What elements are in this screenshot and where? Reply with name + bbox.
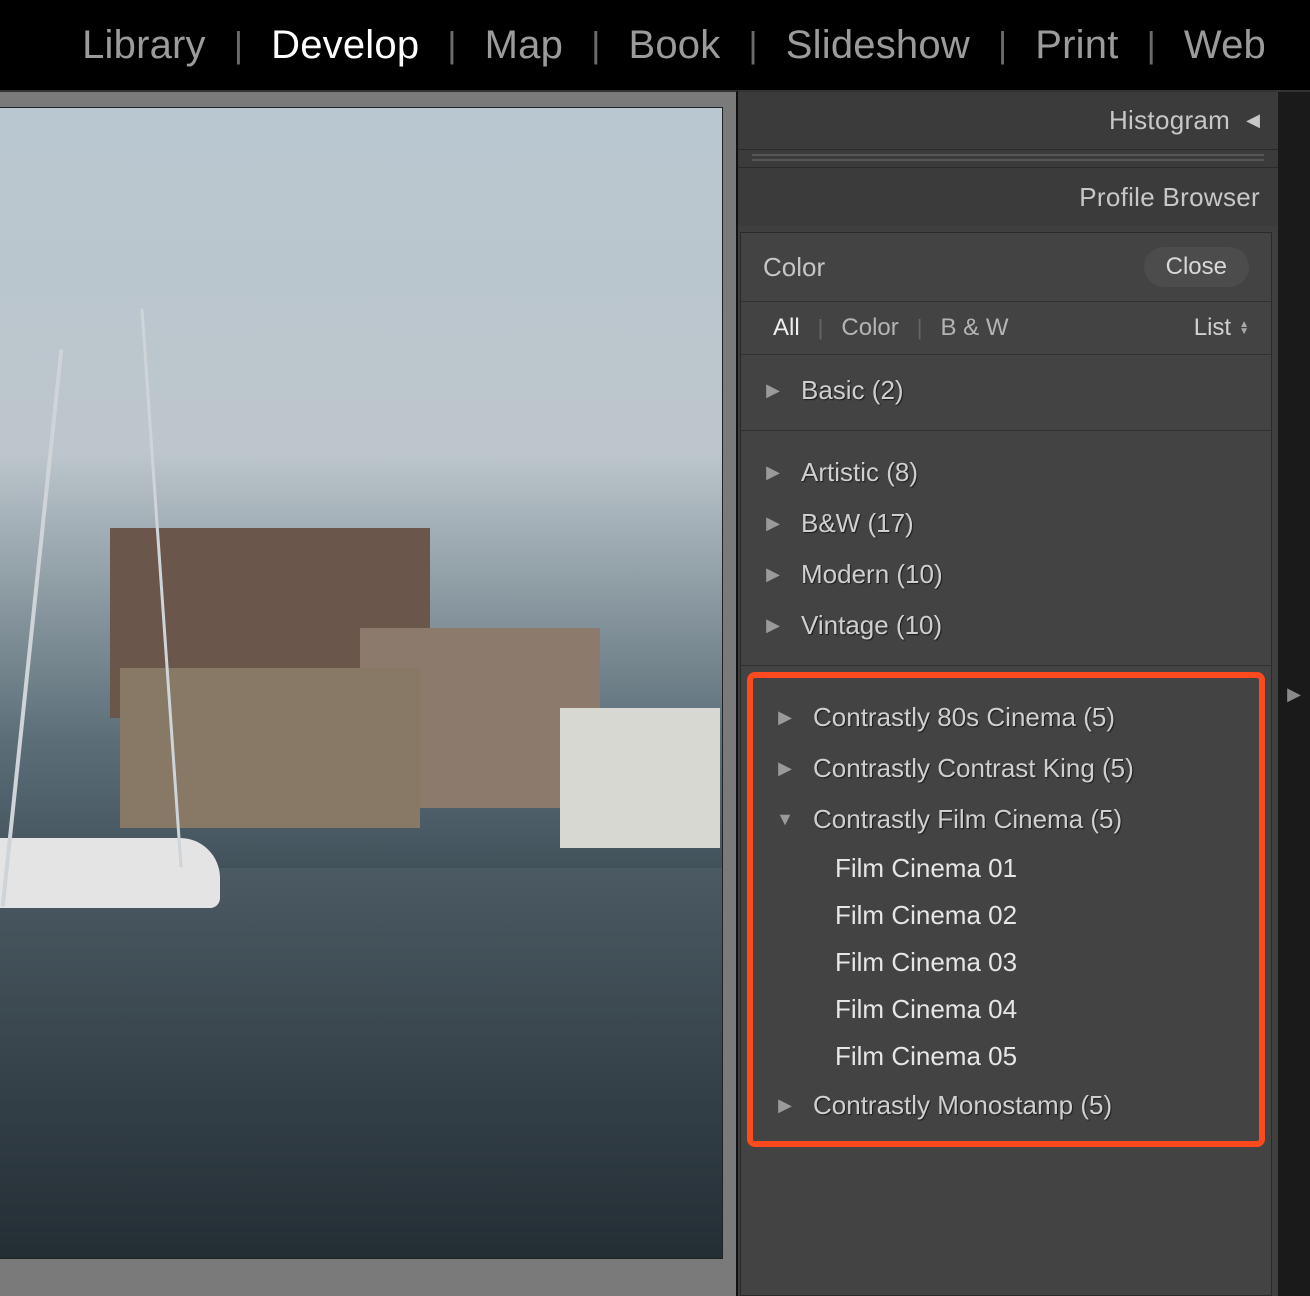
collapse-right-panel-handle[interactable]: ▶ xyxy=(1278,90,1310,1296)
profile-groups-list[interactable]: ▶ Basic (2) ▶ Artistic (8) ▶ B&W (17) ▶ Modern… xyxy=(741,355,1271,1295)
triangle-right-icon: ▶ xyxy=(763,564,783,585)
histogram-header[interactable]: Histogram ◀ xyxy=(738,92,1278,150)
profile-group-label: Contrastly 80s Cinema (5) xyxy=(813,702,1115,733)
canvas-area xyxy=(0,90,738,1296)
separator: | xyxy=(445,24,458,66)
right-panel: Histogram ◀ Profile Browser Color Close … xyxy=(738,90,1278,1296)
profile-preset-item[interactable]: Film Cinema 03 xyxy=(753,939,1259,986)
filter-bw[interactable]: B & W xyxy=(930,314,1018,342)
profile-group-label: Vintage (10) xyxy=(801,610,942,641)
chevron-updown-icon: ▲▼ xyxy=(1239,321,1249,335)
module-tab-map[interactable]: Map xyxy=(459,23,589,68)
profile-group-label: B&W (17) xyxy=(801,508,914,539)
separator: | xyxy=(589,24,602,66)
separator: | xyxy=(996,24,1009,66)
module-tab-slideshow[interactable]: Slideshow xyxy=(760,23,996,68)
profile-browser-header[interactable]: Profile Browser xyxy=(738,168,1278,226)
separator: | xyxy=(232,24,245,66)
module-tab-web[interactable]: Web xyxy=(1158,23,1292,68)
separator: | xyxy=(746,24,759,66)
triangle-right-icon: ▶ xyxy=(1287,684,1301,705)
separator: | xyxy=(1145,24,1158,66)
separator: | xyxy=(909,315,931,341)
profile-group-label: Modern (10) xyxy=(801,559,943,590)
profile-group-row[interactable]: ▶ Modern (10) xyxy=(741,549,1271,600)
module-tab-develop[interactable]: Develop xyxy=(245,23,445,68)
triangle-right-icon: ▶ xyxy=(775,707,795,728)
triangle-right-icon: ▶ xyxy=(775,758,795,779)
module-tab-print[interactable]: Print xyxy=(1009,23,1144,68)
triangle-right-icon: ▶ xyxy=(763,462,783,483)
profile-group-row[interactable]: ▶ Vintage (10) xyxy=(741,600,1271,651)
module-tab-book[interactable]: Book xyxy=(602,23,746,68)
histogram-collapsed-indicator xyxy=(738,150,1278,168)
view-mode-select[interactable]: List ▲▼ xyxy=(1194,314,1249,342)
profile-preset-item[interactable]: Film Cinema 02 xyxy=(753,892,1259,939)
photo-preview[interactable] xyxy=(0,108,722,1258)
profile-group-row[interactable]: ▶ Contrastly 80s Cinema (5) xyxy=(753,692,1259,743)
module-tab-library[interactable]: Library xyxy=(56,23,232,68)
profile-group-row[interactable]: ▶ Contrastly Contrast King (5) xyxy=(753,743,1259,794)
histogram-label: Histogram xyxy=(1109,105,1230,136)
triangle-right-icon: ▶ xyxy=(763,615,783,636)
triangle-right-icon: ▶ xyxy=(763,380,783,401)
triangle-right-icon: ▶ xyxy=(763,513,783,534)
filter-all[interactable]: All xyxy=(763,314,810,342)
filter-color[interactable]: Color xyxy=(831,314,908,342)
triangle-right-icon: ▶ xyxy=(775,1095,795,1116)
profile-preset-item[interactable]: Film Cinema 04 xyxy=(753,986,1259,1033)
profile-group-label: Basic (2) xyxy=(801,375,904,406)
profile-filter-tabs: All | Color | B & W xyxy=(763,314,1018,342)
module-switcher: Library|Develop|Map|Book|Slideshow|Print… xyxy=(0,0,1310,90)
triangle-left-icon: ◀ xyxy=(1246,110,1260,131)
profile-browser-label: Profile Browser xyxy=(1079,182,1260,213)
profile-group-label: Contrastly Contrast King (5) xyxy=(813,753,1134,784)
profile-filter-row: All | Color | B & W List ▲▼ xyxy=(741,302,1271,355)
profile-mode-label[interactable]: Color xyxy=(763,252,825,283)
profile-preset-item[interactable]: Film Cinema 05 xyxy=(753,1033,1259,1080)
profile-group-row[interactable]: ▼ Contrastly Film Cinema (5) xyxy=(753,794,1259,845)
profile-preset-item[interactable]: Film Cinema 01 xyxy=(753,845,1259,892)
divider xyxy=(741,430,1271,431)
triangle-down-icon: ▼ xyxy=(775,809,795,830)
divider xyxy=(741,665,1271,666)
profile-group-row[interactable]: ▶ B&W (17) xyxy=(741,498,1271,549)
profile-group-row[interactable]: ▶ Basic (2) xyxy=(741,365,1271,416)
view-mode-label: List xyxy=(1194,314,1231,342)
profile-mode-row: Color Close xyxy=(741,233,1271,302)
profile-group-label: Contrastly Film Cinema (5) xyxy=(813,804,1122,835)
workspace: Histogram ◀ Profile Browser Color Close … xyxy=(0,90,1310,1296)
profile-group-row[interactable]: ▶ Artistic (8) xyxy=(741,447,1271,498)
separator: | xyxy=(810,315,832,341)
close-button[interactable]: Close xyxy=(1144,247,1249,287)
highlighted-profile-groups: ▶ Contrastly 80s Cinema (5) ▶ Contrastly Co… xyxy=(747,672,1265,1147)
profile-browser-panel: Color Close All | Color | B & W List ▲▼ … xyxy=(740,232,1272,1296)
profile-group-label: Artistic (8) xyxy=(801,457,918,488)
profile-group-label: Contrastly Monostamp (5) xyxy=(813,1090,1112,1121)
profile-group-row[interactable]: ▶ Contrastly Monostamp (5) xyxy=(753,1080,1259,1131)
